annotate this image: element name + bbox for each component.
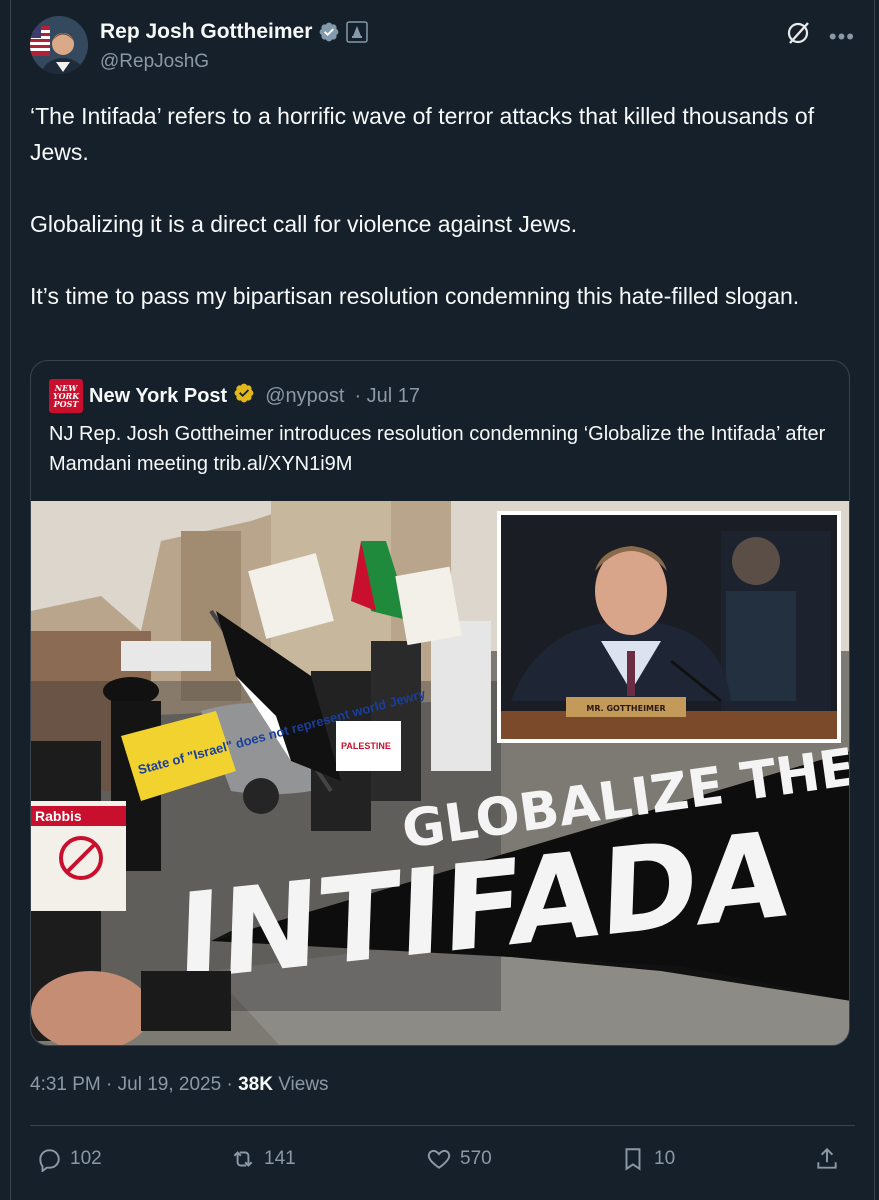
frame-left-border xyxy=(10,0,11,1200)
frame-right-border xyxy=(874,0,875,1200)
svg-text:PALESTINE: PALESTINE xyxy=(341,741,391,751)
nypost-logo-icon: NEW YORK POST xyxy=(49,379,83,413)
heart-icon xyxy=(427,1149,451,1169)
reply-button[interactable]: 102 xyxy=(36,1146,102,1172)
bookmark-icon xyxy=(625,1148,641,1171)
reply-icon xyxy=(39,1149,60,1172)
tweet-meta: 4:31 PM · Jul 19, 2025 · 38K Views xyxy=(30,1074,329,1096)
protest-sign-palestine: PALESTINE xyxy=(336,721,401,771)
share-icon xyxy=(817,1147,837,1169)
verified-badge-icon xyxy=(318,21,340,43)
quoted-tweet-text: NJ Rep. Josh Gottheimer introduces resol… xyxy=(49,423,826,475)
government-badge-icon xyxy=(346,21,369,43)
reply-count: 102 xyxy=(70,1148,102,1169)
tweet-paragraph: It’s time to pass my bipartisan resoluti… xyxy=(30,283,800,309)
quoted-tweet-header: NEW YORK POST New York Post @nypost · Ju… xyxy=(49,379,420,413)
like-count: 570 xyxy=(460,1148,492,1169)
quoted-date[interactable]: · Jul 17 xyxy=(354,385,420,408)
repost-icon xyxy=(233,1151,253,1167)
views-label: Views xyxy=(278,1074,329,1095)
quoted-tweet-image[interactable]: State of "Israel" does not represent wor… xyxy=(31,501,849,1045)
bookmark-count: 10 xyxy=(654,1148,676,1169)
svg-text:MR. GOTTHEIMER: MR. GOTTHEIMER xyxy=(586,704,665,713)
views-count[interactable]: 38K xyxy=(238,1074,273,1095)
avatar[interactable] xyxy=(30,16,88,74)
action-bar: 102 141 570 10 xyxy=(36,1146,849,1178)
grok-icon[interactable] xyxy=(785,20,811,46)
like-button[interactable]: 570 xyxy=(426,1146,492,1172)
tweet-text: ‘The Intifada’ refers to a horrific wave… xyxy=(30,98,840,314)
tweet-timestamp[interactable]: 4:31 PM · Jul 19, 2025 · xyxy=(30,1074,233,1095)
svg-text:Rabbis: Rabbis xyxy=(35,808,82,824)
protest-sign-rabbis: Rabbis xyxy=(31,801,126,911)
more-options-icon[interactable]: ••• xyxy=(829,24,855,50)
repost-count: 141 xyxy=(264,1148,296,1169)
flag-graphic xyxy=(30,26,50,56)
bookmark-button[interactable]: 10 xyxy=(620,1146,675,1172)
gold-verified-icon xyxy=(233,382,255,410)
inset-photo-gottheimer: MR. GOTTHEIMER xyxy=(497,511,841,743)
quoted-author-name[interactable]: New York Post xyxy=(89,385,227,408)
quoted-tweet[interactable]: NEW YORK POST New York Post @nypost · Ju… xyxy=(30,360,850,1046)
author-handle[interactable]: @RepJoshG xyxy=(100,51,209,73)
divider xyxy=(30,1125,855,1126)
repost-button[interactable]: 141 xyxy=(230,1146,296,1172)
tweet-paragraph: Globalizing it is a direct call for viol… xyxy=(30,211,578,237)
quoted-author-handle[interactable]: @nypost xyxy=(265,385,344,408)
tweet-header: Rep Josh Gottheimer @RepJoshG ••• xyxy=(30,16,855,76)
tweet-paragraph: ‘The Intifada’ refers to a horrific wave… xyxy=(30,103,815,165)
share-button[interactable] xyxy=(814,1146,840,1172)
author-name[interactable]: Rep Josh Gottheimer xyxy=(100,20,312,44)
